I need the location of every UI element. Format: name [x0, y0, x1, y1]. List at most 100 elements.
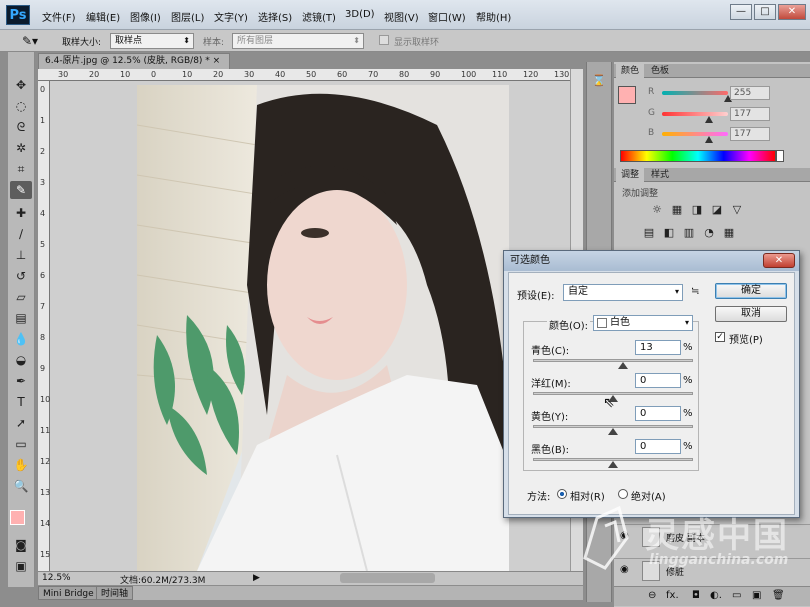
cyan-input[interactable]: 13	[635, 340, 681, 355]
zoom-level[interactable]: 12.5%	[42, 573, 71, 583]
pen-tool-icon[interactable]: ✒	[10, 372, 32, 390]
yellow-slider-thumb[interactable]	[608, 428, 618, 435]
document-tab[interactable]: 6.4-原片.jpg @ 12.5% (皮肤, RGB/8) * ×	[38, 53, 230, 69]
preset-options-icon[interactable]: ≒	[691, 286, 699, 297]
preset-select[interactable]: 自定 ▾	[563, 284, 683, 301]
ruler-tick-label: 5	[40, 240, 46, 249]
eyedropper-tool-icon[interactable]: ✎	[10, 181, 32, 199]
exposure-adjust-icon[interactable]: ◪	[710, 204, 724, 216]
cancel-button[interactable]: 取消	[715, 306, 787, 322]
history-brush-icon[interactable]: ↺	[10, 267, 32, 285]
hand-tool-icon[interactable]: ✋	[10, 456, 32, 474]
menu-help[interactable]: 帮助(H)	[476, 9, 511, 24]
close-doc-icon[interactable]: ×	[213, 56, 221, 66]
black-slider-thumb[interactable]	[608, 461, 618, 468]
status-arrow-icon[interactable]: ▶	[253, 573, 260, 583]
horizontal-scroll-thumb[interactable]	[340, 573, 435, 583]
crop-tool-icon[interactable]: ⌗	[10, 160, 32, 178]
menu-filter[interactable]: 滤镜(T)	[302, 9, 336, 24]
channel-mixer-adjust-icon[interactable]: ▦	[722, 227, 736, 239]
doc-info[interactable]: 文档:60.2M/273.3M	[120, 573, 205, 586]
levels-adjust-icon[interactable]: ▦	[670, 204, 684, 216]
menu-3d[interactable]: 3D(D)	[345, 9, 375, 20]
photo-filter-adjust-icon[interactable]: ◔	[702, 227, 716, 239]
brightness-adjust-icon[interactable]: ☼	[650, 204, 664, 216]
hue-sat-adjust-icon[interactable]: ▤	[642, 227, 656, 239]
minimize-button[interactable]: —	[730, 4, 752, 20]
marquee-tool-icon[interactable]: ◌	[10, 97, 32, 115]
tab-swatches[interactable]: 色板	[646, 64, 674, 78]
close-window-button[interactable]: ✕	[778, 4, 806, 20]
dodge-tool-icon[interactable]: ◒	[10, 351, 32, 369]
tab-color[interactable]: 颜色	[616, 64, 645, 78]
dialog-close-button[interactable]: ✕	[763, 253, 795, 268]
vertical-ruler: 0 1 2 3 4 5 6 7 8 9 10 11 12 13 14 15	[38, 81, 50, 571]
curves-adjust-icon[interactable]: ◨	[690, 204, 704, 216]
channel-g-thumb[interactable]	[705, 116, 714, 123]
channel-g-value[interactable]: 177	[730, 107, 770, 121]
color-fg-swatch[interactable]	[618, 86, 636, 104]
color-balance-adjust-icon[interactable]: ◧	[662, 227, 676, 239]
menu-view[interactable]: 视图(V)	[384, 9, 419, 24]
magenta-input[interactable]: 0	[635, 373, 681, 388]
move-tool-icon[interactable]: ✥	[10, 76, 32, 94]
ruler-tick-label: 40	[275, 70, 286, 79]
menu-layer[interactable]: 图层(L)	[171, 9, 204, 24]
menu-image[interactable]: 图像(I)	[130, 9, 161, 24]
zoom-tool-icon[interactable]: 🔍	[10, 477, 32, 495]
tab-mini-bridge[interactable]: Mini Bridge	[38, 586, 99, 600]
tab-timeline[interactable]: 时间轴	[96, 586, 134, 600]
history-panel-icon[interactable]: ⌛	[592, 74, 606, 87]
menu-edit[interactable]: 编辑(E)	[86, 9, 120, 24]
bw-adjust-icon[interactable]: ▥	[682, 227, 696, 239]
type-tool-icon[interactable]: T	[10, 393, 32, 411]
ruler-tick-label: 10	[120, 70, 131, 79]
eyedropper-preset-icon[interactable]: ✎▾	[22, 34, 38, 48]
screen-mode-icon[interactable]: ▣	[10, 557, 32, 575]
options-bar: ✎▾ 取样大小: 取样点 ⬍ 样本: 所有图层 ⬍ 显示取样环	[0, 30, 810, 52]
spectrum-white-box[interactable]	[776, 150, 784, 162]
tab-styles[interactable]: 样式	[646, 168, 674, 182]
cyan-slider-thumb[interactable]	[618, 362, 629, 369]
menu-file[interactable]: 文件(F)	[42, 9, 76, 24]
lasso-tool-icon[interactable]: ᘓ	[10, 118, 32, 136]
menu-type[interactable]: 文字(Y)	[214, 9, 248, 24]
yellow-input[interactable]: 0	[635, 406, 681, 421]
ruler-tick-label: 10	[40, 395, 51, 404]
stamp-tool-icon[interactable]: ⊥	[10, 246, 32, 264]
menu-select[interactable]: 选择(S)	[258, 9, 292, 24]
sample-size-select[interactable]: 取样点 ⬍	[110, 33, 194, 49]
relative-radio[interactable]	[557, 489, 567, 499]
healing-brush-icon[interactable]: ✚	[10, 204, 32, 222]
menu-window[interactable]: 窗口(W)	[428, 9, 466, 24]
black-input[interactable]: 0	[635, 439, 681, 454]
show-ring-checkbox[interactable]	[379, 35, 389, 45]
channel-b-thumb[interactable]	[705, 136, 714, 143]
quick-select-tool-icon[interactable]: ✲	[10, 139, 32, 157]
preview-label[interactable]: 预览(P)	[729, 331, 763, 346]
vibrance-adjust-icon[interactable]: ▽	[730, 204, 744, 216]
path-select-icon[interactable]: ➚	[10, 414, 32, 432]
cyan-slider-track[interactable]	[533, 359, 693, 362]
ok-button[interactable]: 确定	[715, 283, 787, 299]
dialog-titlebar[interactable]: 可选颜色 ✕	[504, 251, 799, 271]
channel-b-track[interactable]	[662, 132, 728, 136]
quick-mask-icon[interactable]: ◙	[10, 536, 32, 554]
channel-g-track[interactable]	[662, 112, 728, 116]
blur-tool-icon[interactable]: 💧	[10, 330, 32, 348]
colors-select[interactable]: 白色 ▾	[593, 315, 693, 331]
tab-adjustments[interactable]: 调整	[616, 168, 645, 182]
maximize-button[interactable]: □	[754, 4, 776, 20]
channel-r-value[interactable]: 255	[730, 86, 770, 100]
brush-tool-icon[interactable]: ∕	[10, 225, 32, 243]
gradient-tool-icon[interactable]: ▤	[10, 309, 32, 327]
channel-r-track[interactable]	[662, 91, 728, 95]
sample-select[interactable]: 所有图层 ⬍	[232, 33, 364, 49]
foreground-color-swatch[interactable]	[10, 510, 25, 525]
color-spectrum-bar[interactable]	[620, 150, 776, 162]
shape-tool-icon[interactable]: ▭	[10, 435, 32, 453]
preview-checkbox[interactable]: ✓	[715, 332, 725, 342]
watermark: 灵感中国 lingganchina.com	[575, 498, 810, 598]
eraser-tool-icon[interactable]: ▱	[10, 288, 32, 306]
channel-b-value[interactable]: 177	[730, 127, 770, 141]
